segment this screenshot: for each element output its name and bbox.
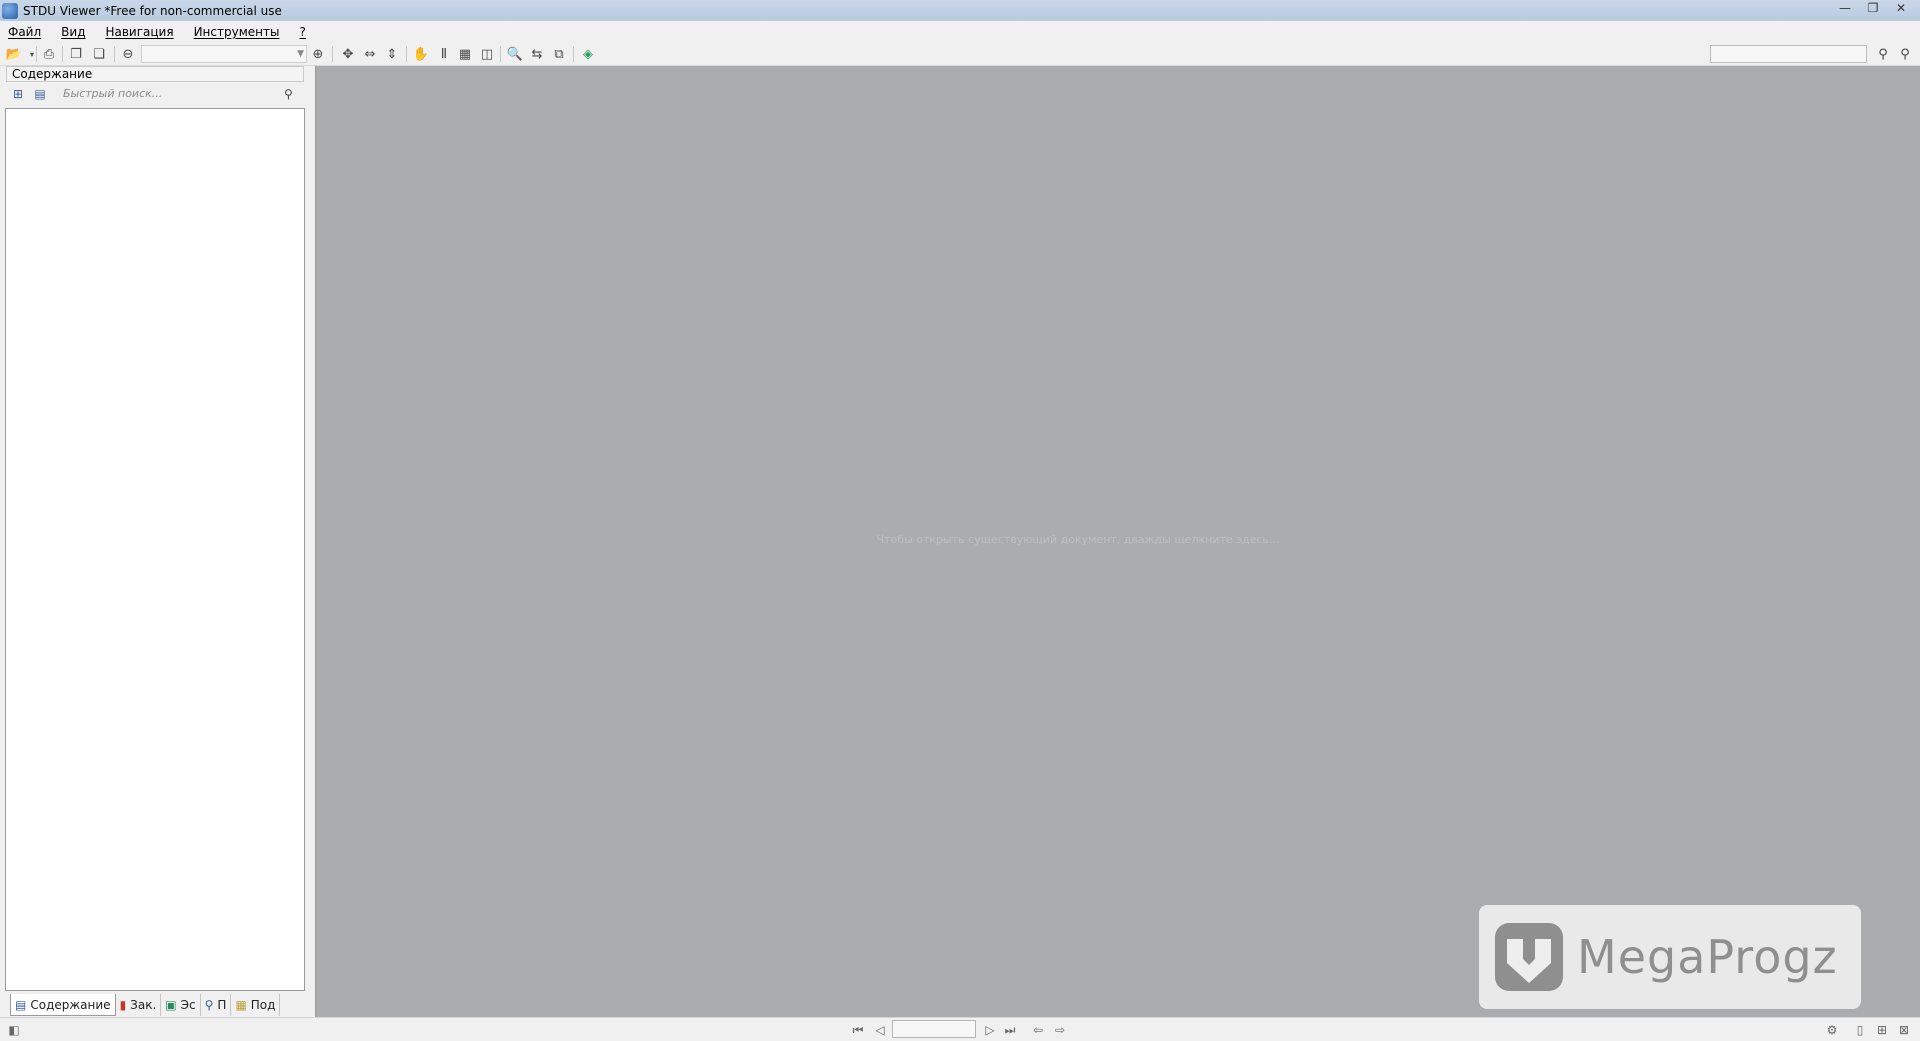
menu-bar: Файл Вид Навигация Инструменты ? [0,21,1920,42]
open-icon[interactable]: 📂 [6,46,22,62]
tab-bookmarks-label: Зак. [130,998,157,1012]
watermark: MegaProgz [1479,905,1861,1009]
app-icon [2,2,18,19]
toolbar-search-input[interactable] [1710,45,1867,63]
tab-search[interactable]: ⚲ П [201,994,232,1016]
menu-tools[interactable]: Инструменты [194,25,280,39]
fit-height-icon[interactable]: ⇕ [384,46,400,62]
toolbar-separator [500,46,501,62]
zoom-select[interactable]: ▼ [141,45,307,63]
watermark-text: MegaProgz [1577,930,1838,984]
chevron-down-icon: ▼ [297,49,304,59]
settings-icon[interactable]: ⚙ [1824,1022,1840,1038]
fit-width-icon[interactable]: ⇔ [362,46,378,62]
find-prev-icon[interactable]: ⚲ [1897,46,1913,62]
find-icon[interactable]: 🔍 [507,46,523,62]
open-dropdown-icon[interactable]: ▾ [24,46,40,62]
thumbnails-icon: ▣ [165,998,177,1012]
continuous-icon[interactable]: ⊞ [1874,1022,1890,1038]
rotate-icon[interactable]: ⇆ [529,46,545,62]
update-icon[interactable]: ◈ [580,46,596,62]
select-image-icon[interactable]: ▦ [457,46,473,62]
toolbar-separator [36,46,37,62]
open-document-hint[interactable]: Чтобы открыть существующий документ, два… [316,533,1920,546]
zoom-in-icon[interactable]: ⊕ [310,46,326,62]
document-view[interactable]: Чтобы открыть существующий документ, два… [315,66,1920,1017]
tab-highlights[interactable]: ▦ Под [231,994,281,1016]
tab-highlights-label: Под [250,998,276,1012]
menu-navigation[interactable]: Навигация [105,25,173,39]
fit-page-icon[interactable]: ✥ [340,46,356,62]
tab-search-label: П [217,998,227,1012]
copy-page-icon[interactable]: ❐ [68,46,84,62]
toolbar-separator [332,46,333,62]
left-panel: Содержание ⊞ ▤ Быстрый поиск... ⚲ ▤ Соде… [4,66,306,1019]
highlights-icon: ▦ [235,998,247,1012]
forward-icon[interactable]: ⇨ [1052,1022,1068,1038]
tab-thumbnails[interactable]: ▣ Эс [161,994,201,1016]
menu-file[interactable]: Файл [8,25,41,39]
tab-thumbnails-label: Эс [180,998,196,1012]
contents-icon: ▤ [15,997,27,1012]
next-page-icon[interactable]: ▷ [982,1022,998,1038]
tab-contents-label: Содержание [30,997,111,1012]
minimize-button[interactable]: — [1834,0,1856,16]
toolbar-separator [573,46,574,62]
page-number-input[interactable] [892,1020,976,1038]
zoom-out-icon[interactable]: ⊖ [120,46,136,62]
panel-title: Содержание [6,66,304,82]
facing-pages-icon[interactable]: ⊠ [1896,1022,1912,1038]
prev-page-icon[interactable]: ◁ [872,1022,888,1038]
snapshot-icon[interactable]: ◫ [479,46,495,62]
export-icon[interactable]: ❏ [91,46,107,62]
hand-tool-icon[interactable]: ✋ [413,46,429,62]
watermark-logo-icon [1493,921,1565,993]
quick-search-input[interactable]: Быстрый поиск... [57,84,303,104]
toolbar-separator [406,46,407,62]
toggle-panel-icon[interactable]: ◧ [6,1022,22,1038]
menu-help[interactable]: ? [299,25,305,39]
back-icon[interactable]: ⇦ [1030,1022,1046,1038]
search-icon[interactable]: ⚲ [284,87,300,103]
select-text-icon[interactable]: Ⅱ [436,46,452,62]
copy-icon[interactable]: ⧉ [551,46,567,62]
close-button[interactable]: ✕ [1890,0,1912,16]
tab-bookmarks[interactable]: ▮ Зак. [116,994,162,1016]
last-page-icon[interactable]: ⏭ [1002,1022,1018,1038]
panel-tabs: ▤ Содержание ▮ Зак. ▣ Эс ⚲ П ▦ Под [10,994,306,1016]
window-controls: — ❐ ✕ [1834,0,1912,16]
binoculars-icon: ⚲ [204,998,214,1012]
find-next-icon[interactable]: ⚲ [1875,46,1891,62]
toolbar-separator [62,46,63,62]
collapse-all-icon[interactable]: ▤ [32,87,48,103]
contents-tree[interactable] [5,108,305,991]
window-title: STDU Viewer *Free for non-commercial use [23,3,282,18]
toolbar-separator [114,46,115,62]
menu-view[interactable]: Вид [61,25,85,39]
single-page-icon[interactable]: ▯ [1852,1022,1868,1038]
bookmark-icon: ▮ [119,998,127,1012]
tab-contents[interactable]: ▤ Содержание [10,994,116,1016]
maximize-button[interactable]: ❐ [1862,0,1884,16]
expand-all-icon[interactable]: ⊞ [10,87,26,103]
title-bar: STDU Viewer *Free for non-commercial use… [0,0,1920,21]
first-page-icon[interactable]: ⏮ [850,1022,866,1038]
print-icon[interactable]: ⎙ [41,46,57,62]
